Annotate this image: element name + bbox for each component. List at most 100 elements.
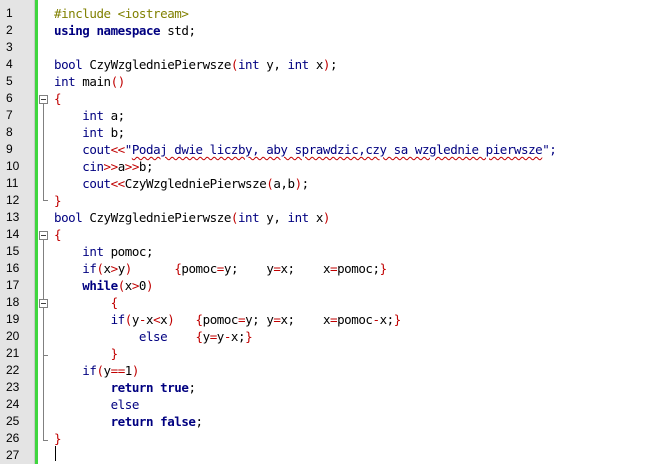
code-token: CzyWzgledniePierwsze [82,210,231,225]
code-token: y; y [245,312,274,327]
fold-end [43,200,48,201]
line-number: 24 [6,397,20,411]
code-text[interactable]: else [54,396,140,413]
code-line[interactable]: 17 while(x>0) [0,277,656,294]
code-text[interactable]: } [54,345,119,362]
code-text[interactable]: using namespace std; [54,22,196,39]
fold-toggle-main[interactable] [39,95,48,104]
code-token: ; [301,176,310,191]
code-token: << [110,142,126,157]
code-token: } [54,431,62,446]
code-text[interactable]: #include <iostream> [54,5,189,22]
fold-toggle-while[interactable] [39,299,48,308]
code-line[interactable]: 16 if(x>y) {pomoc=y; y=x; x=pomoc;} [0,260,656,277]
code-text[interactable]: { [54,90,62,107]
line-number: 25 [6,414,20,428]
code-token: { [195,312,204,327]
code-token: > [110,261,119,276]
line-number: 10 [6,159,20,173]
code-text[interactable]: return true; [54,379,196,396]
code-token: " [124,142,133,157]
code-text[interactable]: else {y=y-x;} [54,328,253,345]
code-text[interactable]: bool CzyWzgledniePierwsze(int y, int x) [54,209,330,226]
code-text[interactable]: return false; [54,413,203,430]
line-number: 27 [6,448,20,462]
code-text[interactable]: bool CzyWzgledniePierwsze(int y, int x); [54,56,338,73]
code-line[interactable]: 9 cout<<"Podaj dwie liczby, aby sprawdzi… [0,141,656,158]
code-token: == [110,363,126,378]
code-token: int [54,74,76,89]
code-text[interactable]: int b; [54,124,125,141]
code-line[interactable]: 1 #include <iostream> [0,5,656,22]
code-token: } [54,346,119,361]
line-number: 11 [6,176,19,190]
code-token: cout [54,176,111,191]
code-token: b; [138,159,154,174]
code-line[interactable]: 26} [0,430,656,447]
code-text[interactable]: { [54,226,62,243]
line-number: 1 [6,6,13,20]
code-line[interactable]: 14 { [0,226,656,243]
code-line[interactable]: 4 bool CzyWzgledniePierwsze(int y, int x)… [0,56,656,73]
code-line[interactable]: 13 bool CzyWzgledniePierwsze(int y, int x… [0,209,656,226]
code-text[interactable]: } [54,430,62,447]
code-text[interactable]: int main() [54,73,125,90]
code-text[interactable]: cin>>a>>b; [54,158,153,175]
code-token: y [202,329,211,344]
code-line[interactable]: 5 int main() [0,73,656,90]
line-number: 19 [6,312,20,326]
code-token: pomoc; [103,244,154,259]
code-line[interactable]: 3 [0,39,656,56]
code-token: y [103,363,112,378]
code-token: ( [230,210,239,225]
code-token: int [54,125,104,140]
code-line[interactable]: 18 { [0,294,656,311]
code-line[interactable]: 23 return true; [0,379,656,396]
code-line[interactable]: 20 else {y=y-x;} [0,328,656,345]
code-text[interactable]: if(x>y) {pomoc=y; y=x; x=pomoc;} [54,260,387,277]
code-line[interactable]: 7 int a; [0,107,656,124]
code-line[interactable]: 24 else [0,396,656,413]
code-token: using namespace [54,23,161,38]
code-token: ( [117,278,126,293]
line-number: 22 [6,363,20,377]
fold-toggle-function[interactable] [39,231,48,240]
code-token: y [131,312,140,327]
code-line[interactable]: 8 int b; [0,124,656,141]
code-text[interactable]: if(y-x<x) {pomoc=y; y=x; x=pomoc-x;} [54,311,402,328]
code-line[interactable]: 27 [0,447,656,464]
code-line[interactable]: 2 using namespace std; [0,22,656,39]
code-token: cin [54,159,104,174]
code-text[interactable]: int pomoc; [54,243,153,260]
code-line[interactable]: 21 } [0,345,656,362]
line-number: 2 [6,23,13,37]
line-number: 5 [6,74,13,88]
code-text[interactable]: if(y==1) [54,362,139,379]
code-text[interactable]: cout<<"Podaj dwie liczby, aby sprawdzic,… [54,141,557,158]
code-token: pomoc; [337,261,380,276]
code-line[interactable]: 25 return false; [0,413,656,430]
code-text[interactable]: while(x>0) [54,277,153,294]
code-text[interactable]: int a; [54,107,125,124]
code-token: ; [195,414,204,429]
code-token: int [54,108,104,123]
code-token: pomoc [181,261,217,276]
code-line[interactable]: 6{ [0,90,656,107]
code-text[interactable]: } [54,192,62,209]
code-text[interactable]: cout<<CzyWzgledniePierwsze(a,b); [54,175,309,192]
code-line[interactable]: 22 if(y==1) [0,362,656,379]
code-text[interactable]: { [54,294,119,311]
code-token: a,b [273,176,295,191]
code-token: CzyWzgledniePierwsze [82,57,231,72]
code-line[interactable]: 10 cin>>a>>b; [0,158,656,175]
code-line[interactable]: 19 if(y-x<x) {pomoc=y; y=x; x=pomoc-x;} [0,311,656,328]
code-line[interactable]: 11 cout<<CzyWzgledniePierwsze(a,b); [0,175,656,192]
code-token: ) [124,261,133,276]
code-line[interactable]: 12} [0,192,656,209]
code-line[interactable]: 15 int pomoc; [0,243,656,260]
code-token: - [138,312,147,327]
line-number: 14 [6,227,20,241]
code-token: ) [294,176,303,191]
code-token: y; y [223,261,274,276]
